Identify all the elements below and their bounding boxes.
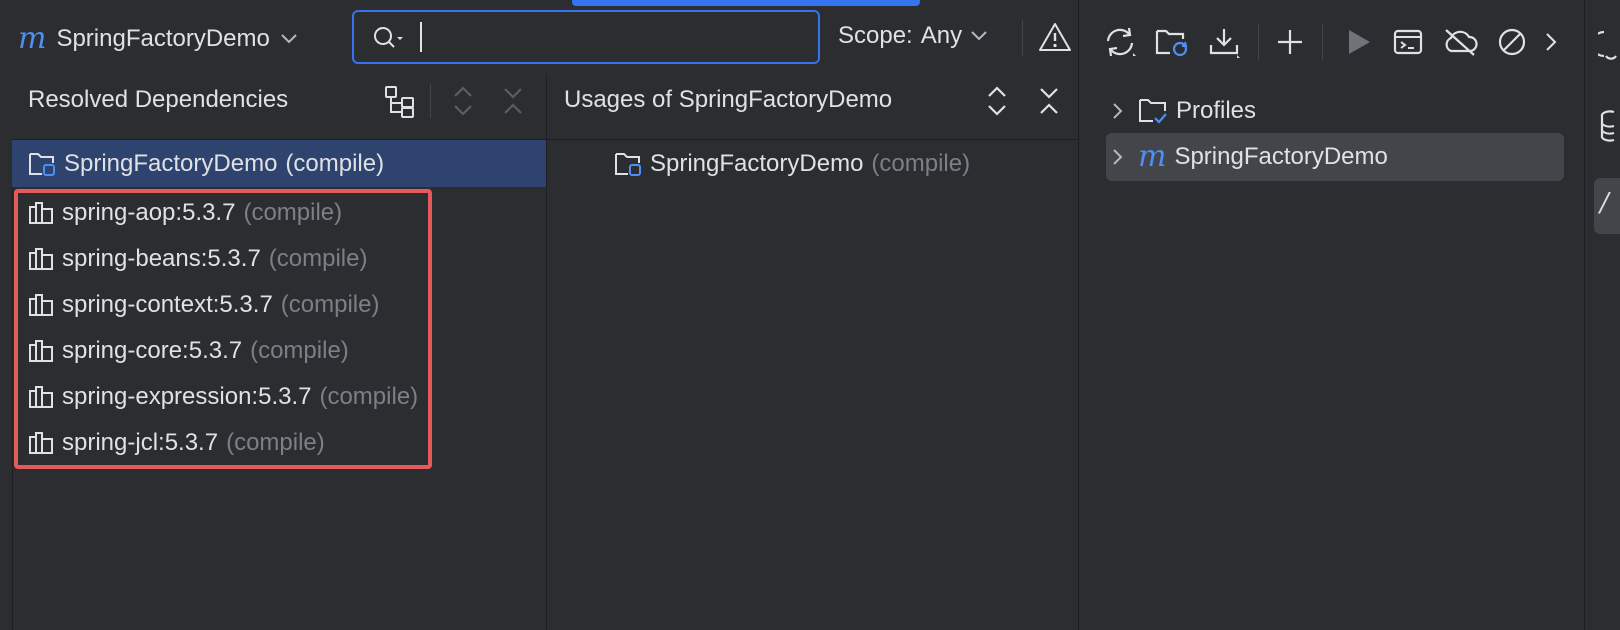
maven-icon: m	[18, 21, 47, 56]
maven-icon: m	[1138, 139, 1167, 174]
maven-icon: /	[1600, 188, 1609, 218]
dependency-name: spring-beans:5.3.7	[62, 245, 261, 272]
chevron-down-icon	[280, 33, 298, 45]
library-icon	[28, 385, 54, 409]
tree-node-project[interactable]: m SpringFactoryDemo	[1112, 134, 1388, 180]
chevron-right-icon[interactable]	[1112, 101, 1124, 121]
dependency-name: spring-core:5.3.7	[62, 337, 243, 364]
dependency-row[interactable]: spring-expression:5.3.7 (compile)	[28, 374, 418, 420]
divider	[1078, 0, 1079, 630]
dependency-scope: (compile)	[268, 245, 368, 272]
offline-mode-icon[interactable]	[1440, 22, 1480, 62]
project-selector-label: SpringFactoryDemo	[56, 25, 270, 52]
notifications-icon[interactable]	[1598, 26, 1620, 60]
dependency-row[interactable]: spring-core:5.3.7 (compile)	[28, 328, 349, 374]
project-selector[interactable]: m SpringFactoryDemo	[18, 14, 298, 64]
dependency-name: spring-context:5.3.7	[62, 291, 273, 318]
module-folder-icon	[28, 151, 56, 177]
usage-row[interactable]: SpringFactoryDemo (compile)	[614, 141, 970, 187]
run-icon[interactable]	[1338, 22, 1378, 62]
library-icon	[28, 201, 54, 225]
dependency-name: spring-jcl:5.3.7	[62, 429, 219, 456]
dependency-row[interactable]: spring-aop:5.3.7 (compile)	[28, 190, 342, 236]
dependency-scope: (compile)	[226, 429, 325, 456]
maven-tool-window-button[interactable]: /	[1594, 178, 1620, 234]
divider	[546, 74, 547, 630]
execute-goal-icon[interactable]	[1388, 22, 1428, 62]
plus-icon[interactable]	[1270, 22, 1310, 62]
divider	[12, 140, 13, 630]
collapse-all-icon[interactable]	[1038, 86, 1060, 116]
usages-title: Usages of SpringFactoryDemo	[564, 86, 893, 113]
root-name: SpringFactoryDemo	[64, 150, 278, 177]
dependency-row[interactable]: spring-context:5.3.7 (compile)	[28, 282, 379, 328]
divider	[1258, 24, 1259, 60]
library-icon	[28, 247, 54, 271]
dependency-name: spring-aop:5.3.7	[62, 199, 236, 226]
progress-accent	[572, 0, 920, 6]
divider	[1322, 24, 1323, 60]
module-folder-icon	[614, 151, 642, 177]
divider	[1022, 20, 1023, 56]
download-icon[interactable]	[1204, 22, 1244, 62]
divider	[430, 84, 431, 118]
dependency-row[interactable]: spring-beans:5.3.7 (compile)	[28, 236, 367, 282]
tree-node-label: SpringFactoryDemo	[1174, 143, 1388, 170]
usage-name: SpringFactoryDemo	[650, 150, 864, 177]
usage-scope: (compile)	[871, 150, 971, 177]
text-caret	[420, 22, 422, 52]
library-icon	[28, 339, 54, 363]
root-scope: (compile)	[285, 150, 385, 177]
skip-tests-icon[interactable]	[1492, 22, 1532, 62]
reload-icon[interactable]	[1100, 22, 1140, 62]
dependency-row[interactable]: spring-jcl:5.3.7 (compile)	[28, 420, 325, 466]
expand-all-icon[interactable]	[986, 84, 1008, 118]
scope-label: Scope:	[838, 22, 913, 49]
search-icon[interactable]	[372, 26, 406, 50]
dependency-scope: (compile)	[319, 383, 419, 410]
dependency-name: spring-expression:5.3.7	[62, 383, 312, 410]
scope-dropdown[interactable]: Scope: Any	[838, 22, 988, 50]
dependency-scope: (compile)	[280, 291, 380, 318]
library-icon	[28, 431, 54, 455]
chevron-right-icon[interactable]	[1536, 22, 1566, 62]
dependency-scope: (compile)	[250, 337, 349, 364]
group-by-icon[interactable]	[384, 84, 416, 118]
divider	[1584, 0, 1585, 630]
tree-row-root[interactable]: SpringFactoryDemo (compile)	[28, 141, 384, 187]
chevron-down-icon	[970, 30, 988, 42]
resolved-dependencies-title: Resolved Dependencies	[28, 86, 289, 113]
folder-check-icon	[1138, 97, 1168, 125]
collapse-all-icon[interactable]	[502, 86, 524, 116]
folder-sync-icon[interactable]	[1152, 22, 1192, 62]
scope-value: Any	[920, 22, 963, 49]
database-icon[interactable]	[1600, 108, 1620, 142]
expand-all-icon[interactable]	[452, 84, 474, 118]
search-input[interactable]	[420, 22, 804, 54]
tree-node-profiles[interactable]: Profiles	[1112, 88, 1256, 134]
tree-node-label: Profiles	[1176, 97, 1257, 124]
warning-icon[interactable]	[1038, 22, 1072, 52]
dependency-scope: (compile)	[243, 199, 343, 226]
chevron-right-icon[interactable]	[1112, 147, 1124, 167]
library-icon	[28, 293, 54, 317]
search-field[interactable]	[352, 10, 820, 64]
